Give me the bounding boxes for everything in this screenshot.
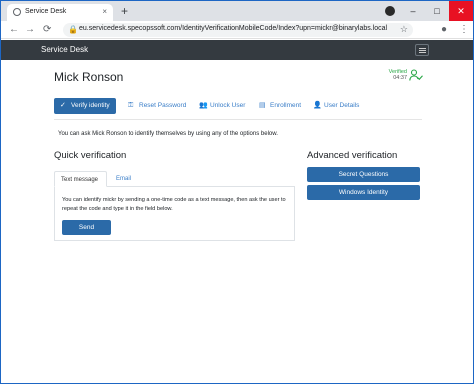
action-nav: ✓ Verify identity ⚿ Reset Password 👥 Unlock… xyxy=(54,98,422,114)
nav-pill-reset-password[interactable]: ⚿ Reset Password xyxy=(128,98,186,114)
brand-logo-text[interactable]: Service Desk xyxy=(41,45,88,54)
address-bar[interactable]: 🔒 eu.servicedesk.specopssoft.com/Identit… xyxy=(63,23,413,37)
profile-avatar-icon[interactable]: ● xyxy=(441,23,447,37)
globe-icon xyxy=(13,8,21,16)
quick-verification-heading: Quick verification xyxy=(54,150,127,161)
users-icon: 👥 xyxy=(199,102,208,109)
nav-pill-unlock-user[interactable]: 👥 Unlock User xyxy=(199,98,245,114)
send-button[interactable]: Send xyxy=(62,220,111,235)
text-message-panel: You can identify mickr by sending a one-… xyxy=(54,187,295,241)
secret-questions-button[interactable]: Secret Questions xyxy=(307,167,420,182)
page-title: Mick Ronson xyxy=(54,70,124,84)
app-header: Service Desk xyxy=(1,40,473,60)
key-icon: ⚿ xyxy=(128,102,134,109)
window-controls: – □ ✕ xyxy=(401,1,473,21)
profile-icon[interactable] xyxy=(385,6,395,16)
quick-verification-tabs: Text message Email xyxy=(54,171,295,187)
document-icon: ▤ xyxy=(259,102,266,109)
browser-window: Service Desk × + – □ ✕ ← → ⟳ 🔒 eu.servic… xyxy=(0,0,474,384)
check-icon: ✓ xyxy=(60,102,66,109)
tab-text-message[interactable]: Text message xyxy=(54,171,107,187)
browser-menu-icon[interactable]: ⋮ xyxy=(459,23,469,37)
tab-close-icon[interactable]: × xyxy=(102,7,107,16)
panel-description: You can identify mickr by sending a one-… xyxy=(62,197,286,212)
nav-pill-label: Reset Password xyxy=(139,102,187,109)
nav-pill-user-details[interactable]: 👤 User Details xyxy=(313,98,359,114)
browser-tab[interactable]: Service Desk × xyxy=(7,4,113,21)
lock-icon: 🔒 xyxy=(68,25,78,34)
verified-time: 04:37 xyxy=(393,75,407,81)
windows-identity-button[interactable]: Windows Identity xyxy=(307,185,420,200)
maximize-button[interactable]: □ xyxy=(425,1,449,21)
bookmark-star-icon[interactable]: ☆ xyxy=(400,24,408,35)
advanced-verification-heading: Advanced verification xyxy=(307,150,398,161)
tab-title: Service Desk xyxy=(25,8,67,15)
divider xyxy=(54,119,422,120)
forward-icon[interactable]: → xyxy=(25,23,35,37)
user-check-icon xyxy=(409,69,423,81)
nav-pill-label: Unlock User xyxy=(210,102,246,109)
minimize-button[interactable]: – xyxy=(401,1,425,21)
intro-text: You can ask Mick Ronson to identify them… xyxy=(58,131,278,137)
nav-pill-enrollment[interactable]: ▤ Enrollment xyxy=(259,98,301,114)
close-window-button[interactable]: ✕ xyxy=(449,1,473,21)
nav-pill-label: User Details xyxy=(324,102,360,109)
tab-strip: Service Desk × + – □ ✕ xyxy=(1,1,473,21)
tab-email[interactable]: Email xyxy=(110,171,137,187)
url-text[interactable]: eu.servicedesk.specopssoft.com/IdentityV… xyxy=(79,25,387,32)
nav-pill-verify-identity[interactable]: ✓ Verify identity xyxy=(54,98,116,114)
verified-status: Verified 04:37 xyxy=(385,69,407,81)
reload-icon[interactable]: ⟳ xyxy=(43,23,51,37)
user-icon: 👤 xyxy=(313,102,322,109)
browser-toolbar: ← → ⟳ 🔒 eu.servicedesk.specopssoft.com/I… xyxy=(1,21,473,39)
hamburger-menu-icon[interactable] xyxy=(415,44,429,56)
nav-pill-label: Enrollment xyxy=(270,102,302,109)
back-icon[interactable]: ← xyxy=(9,23,19,37)
new-tab-button[interactable]: + xyxy=(121,4,128,18)
nav-pill-label: Verify identity xyxy=(71,102,110,109)
